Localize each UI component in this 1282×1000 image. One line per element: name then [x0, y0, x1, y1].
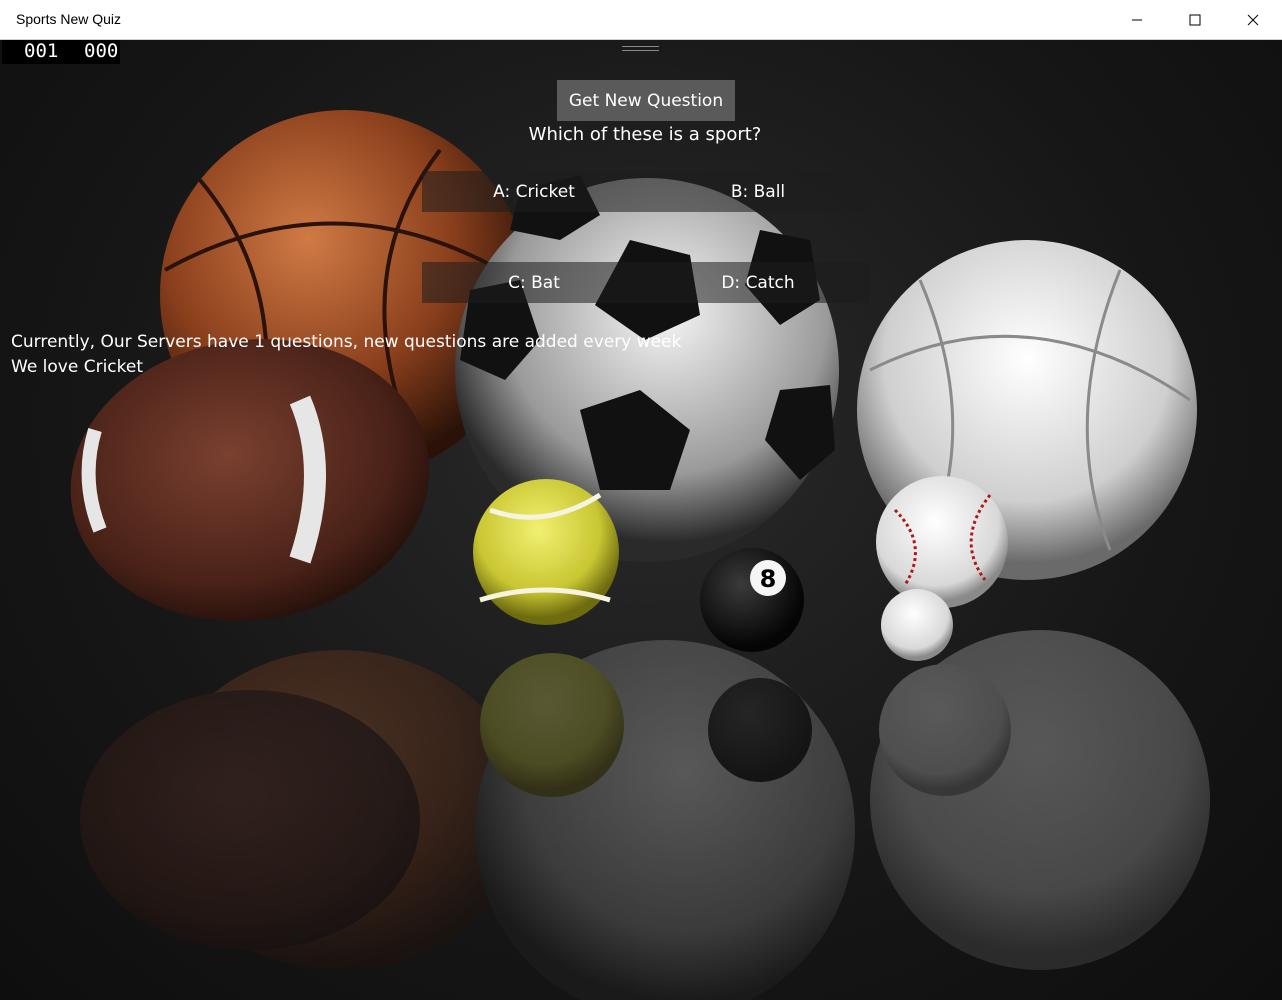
answer-b-button[interactable]: B: Ball	[646, 171, 870, 212]
svg-text:8: 8	[760, 565, 777, 593]
title-bar: Sports New Quiz	[0, 0, 1282, 40]
close-button[interactable]	[1224, 0, 1282, 40]
info-text: Currently, Our Servers have 1 questions,…	[11, 330, 681, 380]
minimize-icon	[1132, 19, 1142, 21]
answer-d-button[interactable]: D: Catch	[646, 262, 870, 303]
server-info-line: Currently, Our Servers have 1 questions,…	[11, 332, 682, 352]
maximize-icon	[1189, 14, 1201, 26]
drag-handle[interactable]	[622, 46, 659, 51]
score-counter-a: 001	[24, 40, 59, 62]
answer-c-button[interactable]: C: Bat	[422, 262, 646, 303]
close-icon	[1247, 14, 1259, 26]
tagline: We love Cricket	[11, 357, 144, 377]
score-counter-b: 000	[84, 40, 119, 62]
scoreboard: 001 000	[2, 40, 120, 64]
answer-a-button[interactable]: A: Cricket	[422, 171, 646, 212]
minimize-button[interactable]	[1108, 0, 1166, 40]
maximize-button[interactable]	[1166, 0, 1224, 40]
app-content: 8 001 000 Get New Question Which of thes…	[0, 40, 1282, 1000]
window-title: Sports New Quiz	[16, 11, 122, 27]
question-text: Which of these is a sport?	[528, 124, 762, 145]
get-new-question-button[interactable]: Get New Question	[557, 80, 735, 121]
